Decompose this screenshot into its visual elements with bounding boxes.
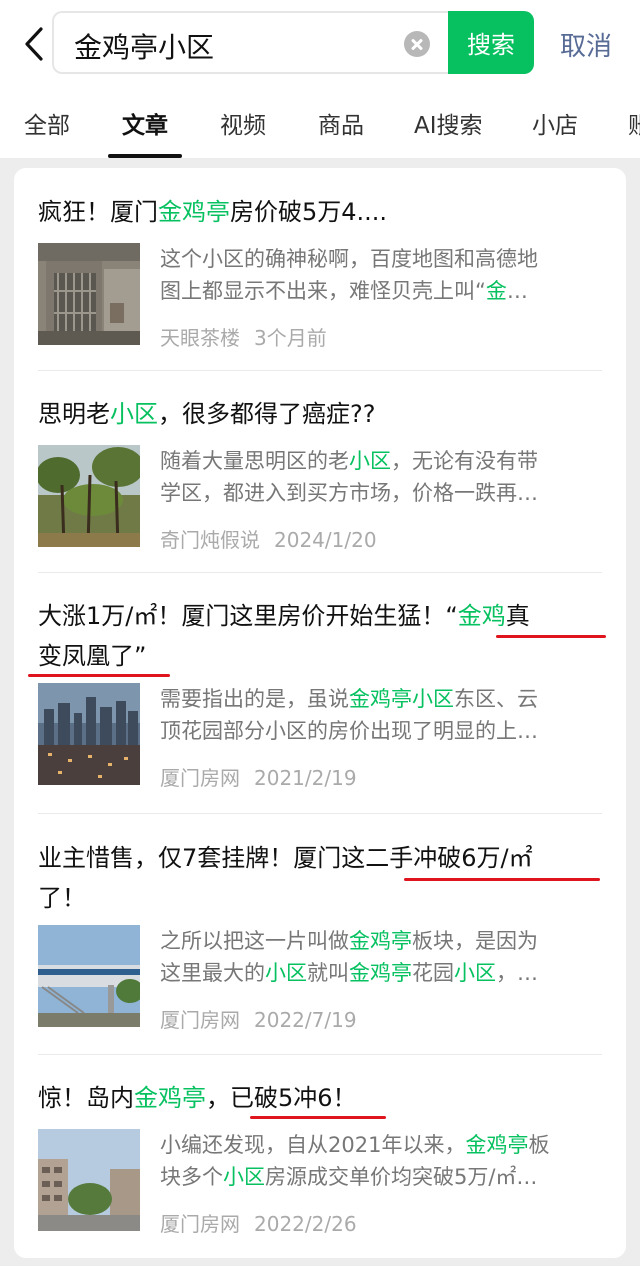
article-snippet: 小编还发现，自从2021年以来，金鸡亭板 块多个小区房源成交单价均突破5万/㎡… [160,1133,550,1189]
tab-all[interactable]: 全部 [24,106,70,140]
red-underline-annotation [28,674,170,677]
search-input[interactable]: 金鸡亭小区 [52,11,448,74]
article-result[interactable]: 惊！岛内金鸡亭，已破5冲6！ 小编还发现，自从2021年以来，金鸡亭板 块多个小… [38,1078,602,1236]
tab-accounts[interactable]: 账 [628,106,640,140]
red-underline-annotation [496,635,606,638]
article-meta: 厦门房网 2021/2/19 [160,762,357,791]
article-date: 2021/2/19 [254,766,357,790]
article-snippet: 随着大量思明区的老小区，无论有没有带 学区，都进入到买方市场，价格一跌再… [160,449,538,505]
divider [38,813,602,814]
red-underline-annotation [250,1116,386,1119]
divider [38,572,602,573]
article-source[interactable]: 厦门房网 [160,1212,240,1236]
cancel-button[interactable]: 取消 [560,26,612,63]
article-snippet: 之所以把这一片叫做金鸡亭板块，是因为 这里最大的小区就叫金鸡亭花园小区，… [160,929,538,985]
article-result[interactable]: 疯狂！厦门金鸡亭房价破5万4.... 这个小区的确神秘啊，百度地图和高德地 图上… [38,192,602,350]
results-list: 疯狂！厦门金鸡亭房价破5万4.... 这个小区的确神秘啊，百度地图和高德地 图上… [14,168,626,1258]
article-source[interactable]: 天眼茶楼 [160,326,240,350]
article-date: 2022/7/19 [254,1008,357,1032]
article-title[interactable]: 疯狂！厦门金鸡亭房价破5万4.... [38,192,602,232]
back-arrow-icon[interactable] [14,22,54,66]
divider [38,1054,602,1055]
article-thumbnail [38,925,140,1027]
tab-products[interactable]: 商品 [318,106,364,140]
article-date: 2022/2/26 [254,1212,357,1236]
article-thumbnail [38,445,140,547]
article-meta: 厦门房网 2022/7/19 [160,1004,357,1033]
active-tab-indicator [108,154,182,158]
article-thumbnail [38,683,140,785]
article-meta: 厦门房网 2022/2/26 [160,1208,357,1237]
search-button[interactable]: 搜索 [448,11,534,74]
article-result[interactable]: 思明老小区，很多都得了癌症?? 随着大量思明区的老小区，无论有没有带 学区，都进… [38,394,602,552]
tab-ai-search[interactable]: AI搜索 [414,106,483,140]
article-source[interactable]: 厦门房网 [160,766,240,790]
tab-articles[interactable]: 文章 [122,106,168,140]
search-query: 金鸡亭小区 [74,31,215,64]
article-thumbnail [38,1129,140,1231]
article-snippet: 需要指出的是，虽说金鸡亭小区东区、云 顶花园部分小区的房价出现了明显的上… [160,687,538,743]
article-date: 3个月前 [254,326,327,350]
article-title[interactable]: 惊！岛内金鸡亭，已破5冲6！ [38,1078,602,1118]
tab-videos[interactable]: 视频 [220,106,266,140]
article-snippet: 这个小区的确神秘啊，百度地图和高德地 图上都显示不出来，难怪贝壳上叫“金… [160,247,538,303]
article-date: 2024/1/20 [274,528,377,552]
red-underline-annotation [404,878,600,881]
top-bar: 金鸡亭小区 搜索 取消 全部 文章 视频 商品 AI搜索 小店 账 [0,0,640,158]
article-source[interactable]: 奇门炖假说 [160,528,260,552]
article-meta: 奇门炖假说 2024/1/20 [160,524,377,553]
article-title[interactable]: 思明老小区，很多都得了癌症?? [38,394,602,434]
clear-icon[interactable] [404,31,430,57]
article-source[interactable]: 厦门房网 [160,1008,240,1032]
article-meta: 天眼茶楼 3个月前 [160,322,327,351]
tab-shops[interactable]: 小店 [532,106,578,140]
tab-bar: 全部 文章 视频 商品 AI搜索 小店 账 [0,100,640,158]
article-thumbnail [38,243,140,345]
divider [38,370,602,371]
